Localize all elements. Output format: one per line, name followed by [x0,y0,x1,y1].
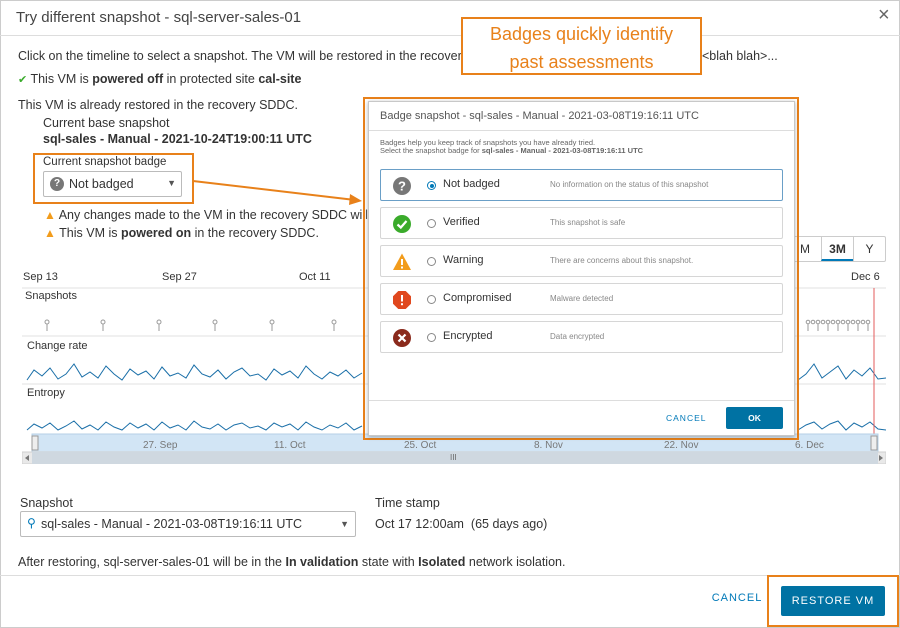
radio-button[interactable] [427,219,436,228]
navigator-label: 22. Nov [664,440,699,451]
badge-option-encrypted[interactable]: Encrypted Data encrypted [380,321,783,353]
radio-button[interactable] [427,257,436,266]
annotation-callout: Badges quickly identify past assessments [461,17,702,75]
navigator-label: 27. Sep [143,440,178,451]
title-divider [0,35,900,36]
badge-option-compromised[interactable]: Compromised Malware detected [380,283,783,315]
current-badge-value: Not badged [69,177,134,191]
modal-cancel-button[interactable]: CANCEL [666,413,706,423]
check-icon: ✔ [18,74,28,86]
option-name: Verified [443,216,480,228]
badge-option-not-badged[interactable]: ? Not badged No information on the statu… [380,169,783,201]
timeline-date-label: Sep 27 [162,271,197,283]
navigator-label: 25. Oct [404,440,437,451]
callout-line-1: Badges quickly identify [489,24,674,44]
dialog-title: Try different snapshot - sql-server-sale… [16,9,302,26]
annotation-arrow [192,180,362,205]
modal-title: Badge snapshot - sql-sales - Manual - 20… [380,110,699,122]
modal-footer-divider [369,400,794,401]
current-base-value: sql-sales - Manual - 2021-10-24T19:00:11… [43,132,312,146]
option-description: This snapshot is safe [550,218,626,227]
snapshot-select[interactable]: ⚲ sql-sales - Manual - 2021-03-08T19:16:… [20,511,356,537]
option-name: Compromised [443,292,512,304]
restored-note: This VM is already restored in the recov… [18,98,298,112]
instruction-text: Click on the timeline to select a snapsh… [18,49,507,63]
range-button-group: M 3M Y [788,236,886,262]
badge-option-verified[interactable]: Verified This snapshot is safe [380,207,783,239]
current-badge-select[interactable]: ? Not badged ▼ [43,171,182,197]
snapshot-label: Snapshot [20,496,73,510]
radio-button[interactable] [427,333,436,342]
cancel-button[interactable]: CANCEL [706,592,768,610]
check-circle-icon [393,215,411,233]
warning-icon: ▲ [44,226,56,240]
chevron-down-icon: ▼ [167,178,176,188]
navigator-label: 8. Nov [534,440,563,451]
timestamp-label: Time stamp [375,496,440,510]
modal-divider [369,130,794,131]
option-description: There are concerns about this snapshot. [550,256,694,265]
warning-triangle-icon [393,253,411,270]
instruction-tail: <blah blah>... [702,49,778,63]
error-octagon-icon [393,291,411,309]
current-badge-label: Current snapshot badge [43,156,167,168]
navigator-label: 6. Dec [795,440,824,451]
badge-option-warning[interactable]: Warning There are concerns about this sn… [380,245,783,277]
warning-icon: ▲ [44,208,56,222]
x-circle-icon [393,329,411,347]
warning-power: ▲ This VM is powered on in the recovery … [44,226,319,240]
svg-text:?: ? [398,179,406,194]
timeline-date-label: Sep 13 [23,271,58,283]
current-base-label: Current base snapshot [43,116,170,130]
timeline-date-label: Oct 11 [299,271,331,283]
option-description: Malware detected [550,294,614,303]
radio-button[interactable] [427,181,436,190]
scrollbar-grip[interactable]: III [450,453,457,462]
restore-vm-button[interactable]: RESTORE VM [781,586,885,616]
chevron-down-icon: ▼ [340,519,349,529]
power-status-line: ✔ This VM is powered off in protected si… [18,72,302,86]
option-name: Encrypted [443,330,493,342]
modal-ok-button[interactable]: OK [726,407,783,429]
warning-changes: ▲ Any changes made to the VM in the reco… [44,208,392,222]
range-button-year[interactable]: Y [853,237,885,261]
after-restore-note: After restoring, sql-server-sales-01 wil… [18,555,566,569]
navigator-label: 11. Oct [274,440,306,451]
callout-line-2: past assessments [509,52,654,72]
option-description: Data encrypted [550,332,605,341]
timeline-date-label: Dec 6 [851,271,880,283]
radio-button[interactable] [427,295,436,304]
timestamp-value: Oct 17 12:00am (65 days ago) [375,517,548,531]
pin-icon: ⚲ [27,516,36,530]
question-icon: ? [50,177,64,191]
snapshot-value: sql-sales - Manual - 2021-03-08T19:16:11… [41,517,303,531]
option-name: Warning [443,254,484,266]
question-icon: ? [393,177,411,195]
range-button-3-months[interactable]: 3M [821,237,853,261]
option-description: No information on the status of this sna… [550,180,709,189]
close-icon[interactable]: × [878,4,890,27]
option-name: Not badged [443,178,500,190]
modal-description: Select the snapshot badge for sql-sales … [380,146,644,155]
footer-divider [0,575,900,576]
